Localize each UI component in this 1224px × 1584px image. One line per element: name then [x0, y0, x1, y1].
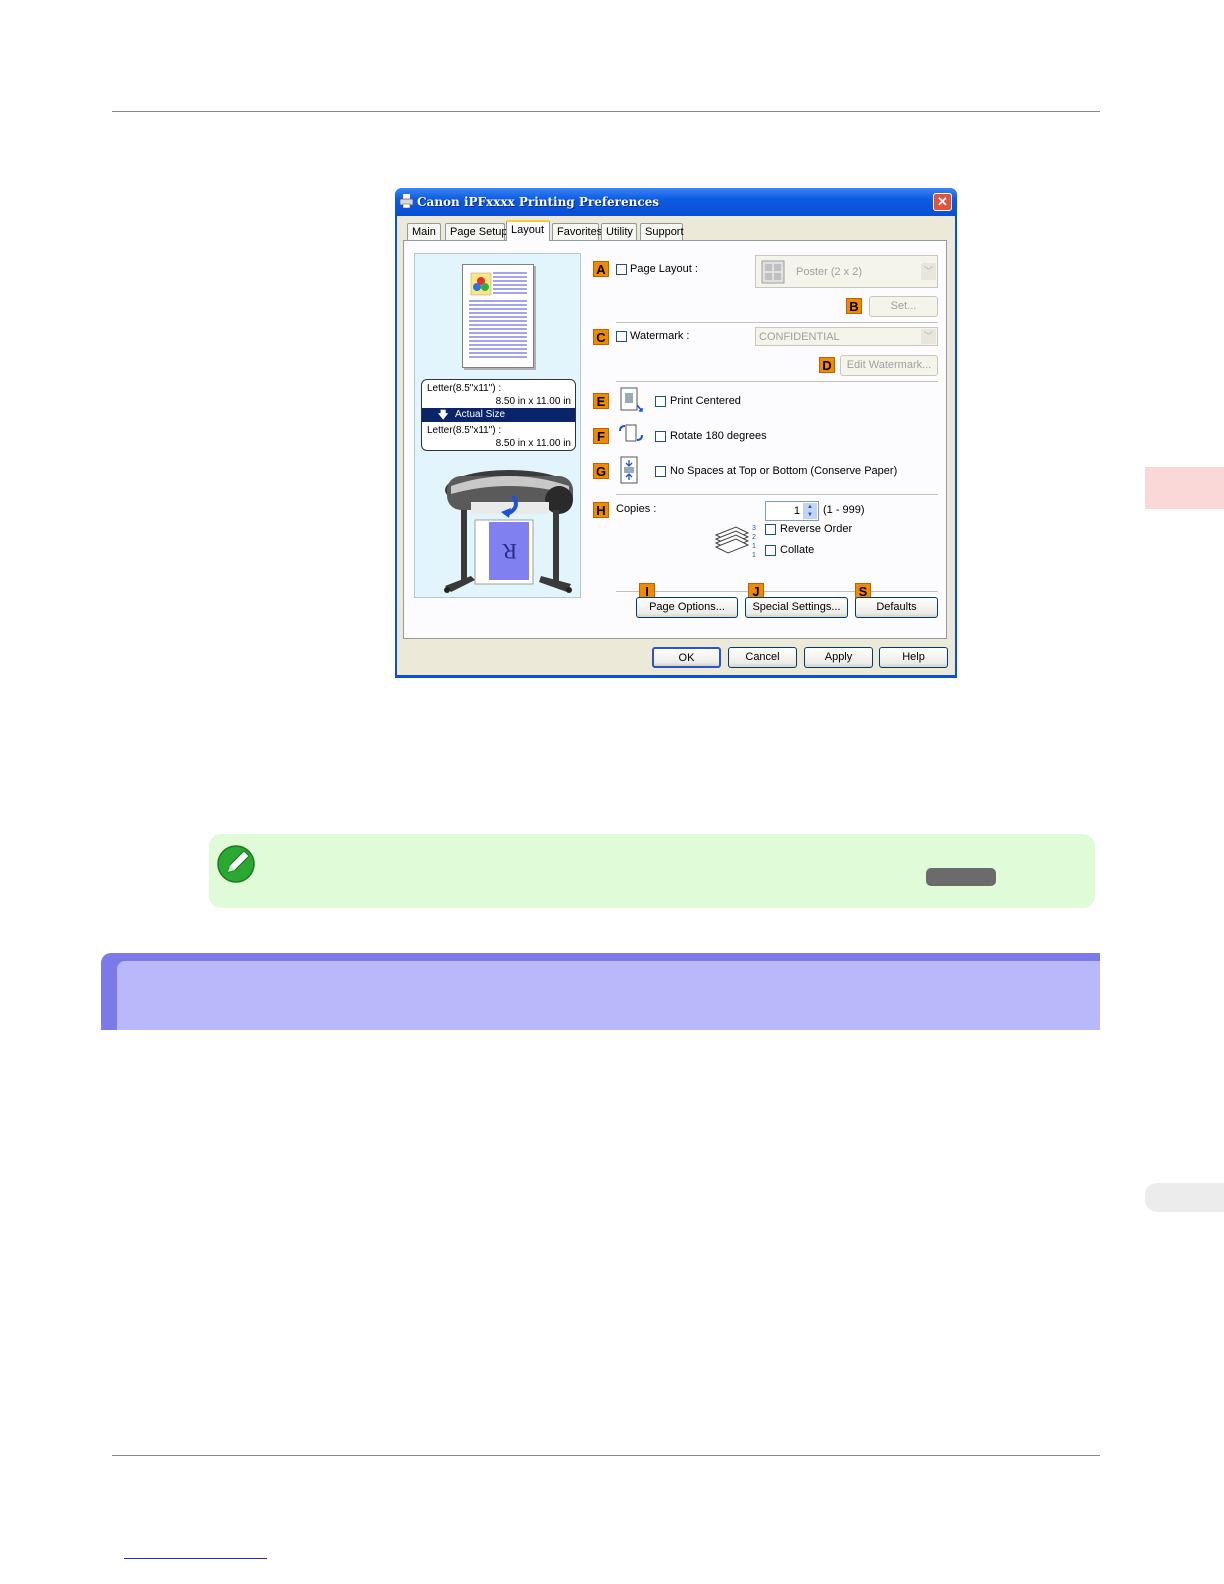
output-paper-dimensions: 8.50 in x 11.00 in [495, 438, 571, 449]
chapter-side-tab [1145, 467, 1224, 509]
chevron-down-icon: ﹀ [921, 329, 936, 344]
close-button[interactable]: ✕ [933, 193, 952, 211]
section-heading [117, 961, 1100, 1030]
set-button[interactable]: Set... [869, 296, 938, 317]
printer-icon [400, 194, 413, 208]
callout-b: B [846, 298, 862, 314]
separator [616, 322, 938, 324]
layout-panel: Letter(8.5"x11") : 8.50 in x 11.00 in 🡇 … [403, 240, 947, 639]
cancel-button[interactable]: Cancel [728, 647, 797, 668]
tab-utility[interactable]: Utility [601, 223, 637, 240]
page-preview [462, 264, 534, 368]
collate-icon: 3 2 1 1 [714, 525, 756, 559]
conserve-paper-icon [620, 456, 638, 484]
print-centered-checkbox[interactable] [655, 396, 666, 407]
dialog-client: Main Page Setup Layout Favorites Utility… [397, 216, 955, 675]
svg-text:2: 2 [752, 534, 756, 541]
scaling-mode: Actual Size [455, 409, 506, 420]
watermark-label: Watermark : [630, 330, 690, 342]
no-spaces-checkbox[interactable] [655, 466, 666, 477]
svg-text:1: 1 [752, 543, 756, 550]
callout-e: E [593, 393, 609, 409]
separator [616, 494, 938, 496]
copies-range: (1 - 999) [823, 504, 865, 516]
spin-down-icon[interactable]: ▼ [803, 511, 817, 519]
top-rule [112, 111, 1100, 112]
rotate-icon [619, 424, 643, 442]
index-side-tab [1145, 1183, 1224, 1212]
callout-a: A [593, 261, 609, 277]
callout-c: C [593, 329, 609, 345]
spin-up-icon[interactable]: ▲ [803, 503, 817, 511]
rotate-180-label: Rotate 180 degrees [670, 430, 767, 442]
copies-label: Copies : [616, 503, 657, 515]
page-options-button[interactable]: Page Options... [636, 597, 738, 618]
print-centered-icon [620, 387, 643, 412]
callout-h: H [593, 502, 609, 518]
callout-g: G [593, 463, 609, 479]
page-layout-select[interactable]: Poster (2 x 2) ﹀ [755, 255, 938, 288]
printing-preferences-dialog: Canon iPFxxxx Printing Preferences ✕ Mai… [395, 188, 957, 678]
paper-size-info: Letter(8.5"x11") : 8.50 in x 11.00 in 🡇 … [421, 379, 576, 451]
scaling-bar: 🡇 Actual Size [422, 408, 575, 422]
page-preview-image [467, 269, 529, 363]
dialog-title: Canon iPFxxxx Printing Preferences [417, 195, 660, 209]
chevron-down-icon: ﹀ [921, 263, 936, 280]
edit-watermark-button[interactable]: Edit Watermark... [840, 355, 938, 376]
footer-link[interactable] [124, 1558, 267, 1559]
tab-favorites[interactable]: Favorites [552, 223, 602, 240]
collate-checkbox[interactable] [765, 545, 776, 556]
copies-spinner[interactable]: 1 ▲ ▼ [765, 501, 819, 521]
tab-support[interactable]: Support [640, 223, 684, 240]
reverse-order-checkbox[interactable] [765, 524, 776, 535]
watermark-value: CONFIDENTIAL [759, 331, 840, 343]
preview-pane: Letter(8.5"x11") : 8.50 in x 11.00 in 🡇 … [414, 253, 581, 598]
tab-page-setup[interactable]: Page Setup [445, 223, 508, 240]
page-layout-value: Poster (2 x 2) [796, 266, 863, 278]
no-spaces-label: No Spaces at Top or Bottom (Conserve Pap… [670, 465, 898, 477]
svg-text:3: 3 [752, 525, 756, 532]
title-bar: Canon iPFxxxx Printing Preferences ✕ [395, 188, 957, 216]
input-paper-dimensions: 8.50 in x 11.00 in [495, 396, 571, 407]
printer-illustration: R [444, 470, 573, 593]
poster-letter: R [502, 539, 517, 564]
defaults-button[interactable]: Defaults [855, 597, 938, 618]
callout-d: D [819, 357, 835, 373]
page-layout-label: Page Layout : [630, 263, 698, 275]
input-paper-size: Letter(8.5"x11") : [427, 383, 502, 394]
poster-layout-icon [761, 260, 785, 284]
svg-text:1: 1 [752, 552, 756, 559]
tab-main[interactable]: Main [407, 223, 441, 240]
reverse-order-label: Reverse Order [780, 523, 853, 535]
collate-label: Collate [780, 544, 815, 556]
close-icon: ✕ [937, 194, 948, 209]
rotate-180-checkbox[interactable] [655, 431, 666, 442]
bottom-rule [112, 1455, 1100, 1456]
reference-link-button[interactable] [926, 868, 996, 886]
special-settings-button[interactable]: Special Settings... [745, 597, 848, 618]
copies-value: 1 [793, 505, 800, 517]
output-paper-size: Letter(8.5"x11") : [427, 425, 502, 436]
tab-layout[interactable]: Layout [506, 220, 550, 241]
separator [616, 591, 938, 593]
ok-button[interactable]: OK [652, 647, 721, 668]
note-pencil-icon [217, 845, 255, 883]
help-button[interactable]: Help [879, 647, 948, 668]
down-arrow-icon: 🡇 [438, 410, 449, 421]
separator [616, 381, 938, 383]
page-layout-checkbox[interactable] [616, 264, 627, 275]
callout-f: F [593, 428, 609, 444]
print-centered-label: Print Centered [670, 395, 741, 407]
apply-button[interactable]: Apply [804, 647, 873, 668]
watermark-select[interactable]: CONFIDENTIAL ﹀ [755, 327, 938, 346]
watermark-checkbox[interactable] [616, 331, 627, 342]
